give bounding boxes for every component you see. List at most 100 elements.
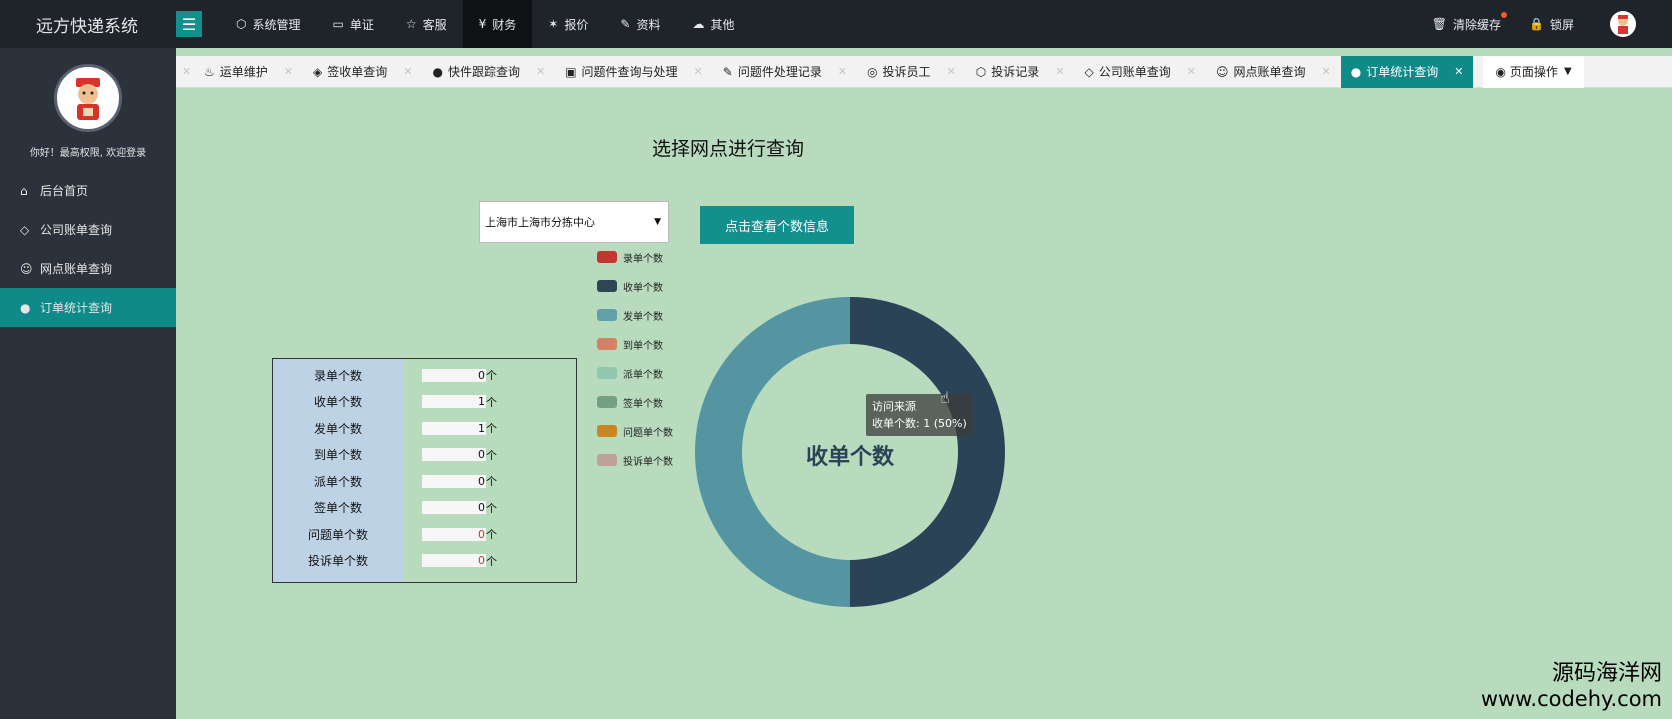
chart-center-label: 收单个数 (806, 444, 895, 470)
tab-4[interactable]: ✎ 问题件处理记录 ✕ (713, 56, 857, 88)
top-nav-item-0[interactable]: ⬡ 系统管理 (220, 0, 317, 48)
tab-2[interactable]: ● 快件跟踪查询 ✕ (422, 56, 555, 88)
legend-item[interactable]: 录单个数 (597, 250, 707, 265)
tab-close-icon[interactable]: ✕ (947, 65, 956, 78)
menu-toggle-icon[interactable]: ☰ (176, 11, 202, 37)
sidebar: 你好！最高权限, 欢迎登录 ⌂ 后台首页 ◇ 公司账单查询 ☺ 网点账单查询 ● 订单统计查询 (0, 48, 176, 719)
tab-9[interactable]: ● 订单统计查询 ✕ (1340, 55, 1474, 88)
stat-value: 0 (422, 368, 486, 382)
sidebar-item-1[interactable]: ◇ 公司账单查询 (0, 210, 176, 249)
top-nav-item-1[interactable]: ▭ 单证 (317, 0, 390, 48)
tab-close-icon[interactable]: ✕ (694, 65, 703, 78)
legend-label: 到单个数 (623, 340, 663, 352)
tab-label: 问题件查询与处理 (581, 65, 678, 79)
home-icon: ⌂ (20, 183, 28, 198)
top-nav-label: 系统管理 (252, 17, 301, 32)
stat-value: 1 (422, 421, 486, 435)
tab-scroll-left-icon[interactable]: ✕ (176, 65, 194, 78)
stat-unit: 个 (486, 369, 497, 382)
legend-label: 录单个数 (623, 253, 663, 265)
top-nav-item-5[interactable]: ✎ 资料 (604, 0, 676, 48)
edit-icon: ✎ (620, 17, 631, 31)
edit-icon: ✎ (722, 64, 733, 79)
tab-3[interactable]: ▣ 问题件查询与处理 ✕ (555, 56, 713, 88)
legend-swatch (597, 338, 617, 350)
top-nav-item-3[interactable]: ¥ 财务 (462, 0, 533, 48)
cube-icon: ⬡ (236, 17, 247, 31)
sidebar-item-label: 后台首页 (40, 184, 89, 198)
tab-0[interactable]: ♨ 运单维护 ✕ (194, 56, 303, 88)
table-row: 到单个数 0 个 (273, 441, 576, 469)
user-avatar[interactable] (1610, 11, 1636, 37)
watermark: 源码海洋网 www.codehy.com (1481, 655, 1662, 711)
tab-close-icon[interactable]: ✕ (403, 65, 412, 78)
tab-close-icon[interactable]: ✕ (1187, 65, 1196, 78)
stat-label: 派单个数 (313, 474, 362, 489)
stat-unit: 个 (486, 501, 497, 515)
site-select[interactable]: 上海市上海市分拣中心 ▼ (479, 201, 669, 243)
top-nav-item-6[interactable]: ☁ 其他 (676, 0, 750, 48)
stat-value: 0 (422, 554, 486, 567)
table-row: 派单个数 0 个 (273, 467, 576, 495)
top-bar: 远方快递系统 ☰ ⬡ 系统管理 ▭ 单证 ☆ 客服 ¥ 财务 ✶ 报价 ✎ 资料 ☁ 其他 🗑 清除缓存 … (0, 0, 1672, 48)
sidebar-item-0[interactable]: ⌂ 后台首页 (0, 171, 176, 210)
tab-6[interactable]: ⬡ 投诉记录 ✕ (966, 56, 1075, 88)
legend-label: 问题单个数 (623, 427, 673, 439)
tab-close-icon[interactable]: ✕ (284, 65, 293, 78)
tab-close-icon[interactable]: ✕ (1322, 65, 1331, 78)
chart-tooltip: 访问来源 收单个数: 1 (50%) (866, 394, 973, 436)
lock-icon: 🔒 (1529, 17, 1544, 31)
page-ops-button[interactable]: ◉ 页面操作 ▼ (1483, 55, 1584, 88)
clear-cache-button[interactable]: 🗑 清除缓存 (1418, 11, 1515, 33)
stat-value: 0 (422, 448, 486, 461)
stat-label: 问题单个数 (307, 527, 368, 542)
legend-item[interactable]: 收单个数 (597, 279, 707, 294)
github-icon: ● (432, 64, 443, 79)
stat-label: 收单个数 (313, 395, 362, 409)
tab-close-icon[interactable]: ✕ (1055, 65, 1064, 78)
pin-icon: ✶ (548, 17, 559, 31)
tab-close-icon[interactable]: ✕ (1454, 65, 1463, 78)
tab-8[interactable]: ☺ 网点账单查询 ✕ (1206, 56, 1341, 88)
legend-swatch (597, 454, 617, 466)
sidebar-item-2[interactable]: ☺ 网点账单查询 (0, 249, 176, 288)
legend-swatch (597, 280, 617, 292)
target-icon: ◉ (1495, 64, 1506, 79)
gauge-icon: ◎ (867, 64, 878, 79)
query-count-button[interactable]: 点击查看个数信息 (700, 206, 854, 244)
tab-label: 投诉员工 (882, 65, 931, 79)
circle-icon: ● (1350, 64, 1362, 79)
tab-5[interactable]: ◎ 投诉员工 ✕ (857, 56, 966, 88)
legend-label: 派单个数 (623, 369, 663, 381)
top-nav-label: 其他 (710, 17, 735, 32)
watermark-line1: 源码海洋网 (1551, 661, 1662, 686)
tab-close-icon[interactable]: ✕ (536, 65, 545, 78)
hand-cursor-icon: ☝ (940, 388, 950, 407)
greeting-text: 你好！最高权限, 欢迎登录 (29, 148, 147, 159)
legend-label: 签单个数 (623, 398, 663, 410)
stat-value: 1 (422, 395, 486, 408)
stat-unit: 个 (486, 475, 497, 488)
tab-1[interactable]: ◈ 签收单查询 ✕ (303, 56, 422, 88)
sidebar-item-3[interactable]: ● 订单统计查询 (0, 288, 176, 327)
tab-close-icon[interactable]: ✕ (838, 65, 847, 78)
legend-label: 投诉单个数 (623, 456, 673, 468)
tab-label: 网点账单查询 (1233, 65, 1306, 79)
stat-label: 投诉单个数 (307, 554, 368, 568)
lock-screen-button[interactable]: 🔒 锁屏 (1515, 16, 1588, 33)
tooltip-title: 访问来源 (872, 400, 916, 413)
top-nav-item-2[interactable]: ☆ 客服 (390, 0, 463, 48)
tab-label: 投诉记录 (991, 65, 1040, 79)
top-nav-item-4[interactable]: ✶ 报价 (532, 0, 604, 48)
top-right-tools: 🗑 清除缓存 🔒 锁屏 (1418, 0, 1672, 48)
site-select-value: 上海市上海市分拣中心 (485, 216, 595, 229)
fire-icon: ♨ (204, 64, 215, 79)
legend-swatch (597, 425, 617, 437)
top-nav-label: 客服 (422, 17, 447, 32)
table-row: 问题单个数 0 个 (273, 520, 576, 548)
tooltip-text: 收单个数: 1 (50%) (872, 417, 967, 430)
diamond-icon: ◈ (313, 64, 323, 79)
circle-icon: ● (20, 300, 31, 315)
donut-chart: 收单个数 (695, 297, 1005, 607)
tab-7[interactable]: ◇ 公司账单查询 ✕ (1075, 56, 1206, 88)
